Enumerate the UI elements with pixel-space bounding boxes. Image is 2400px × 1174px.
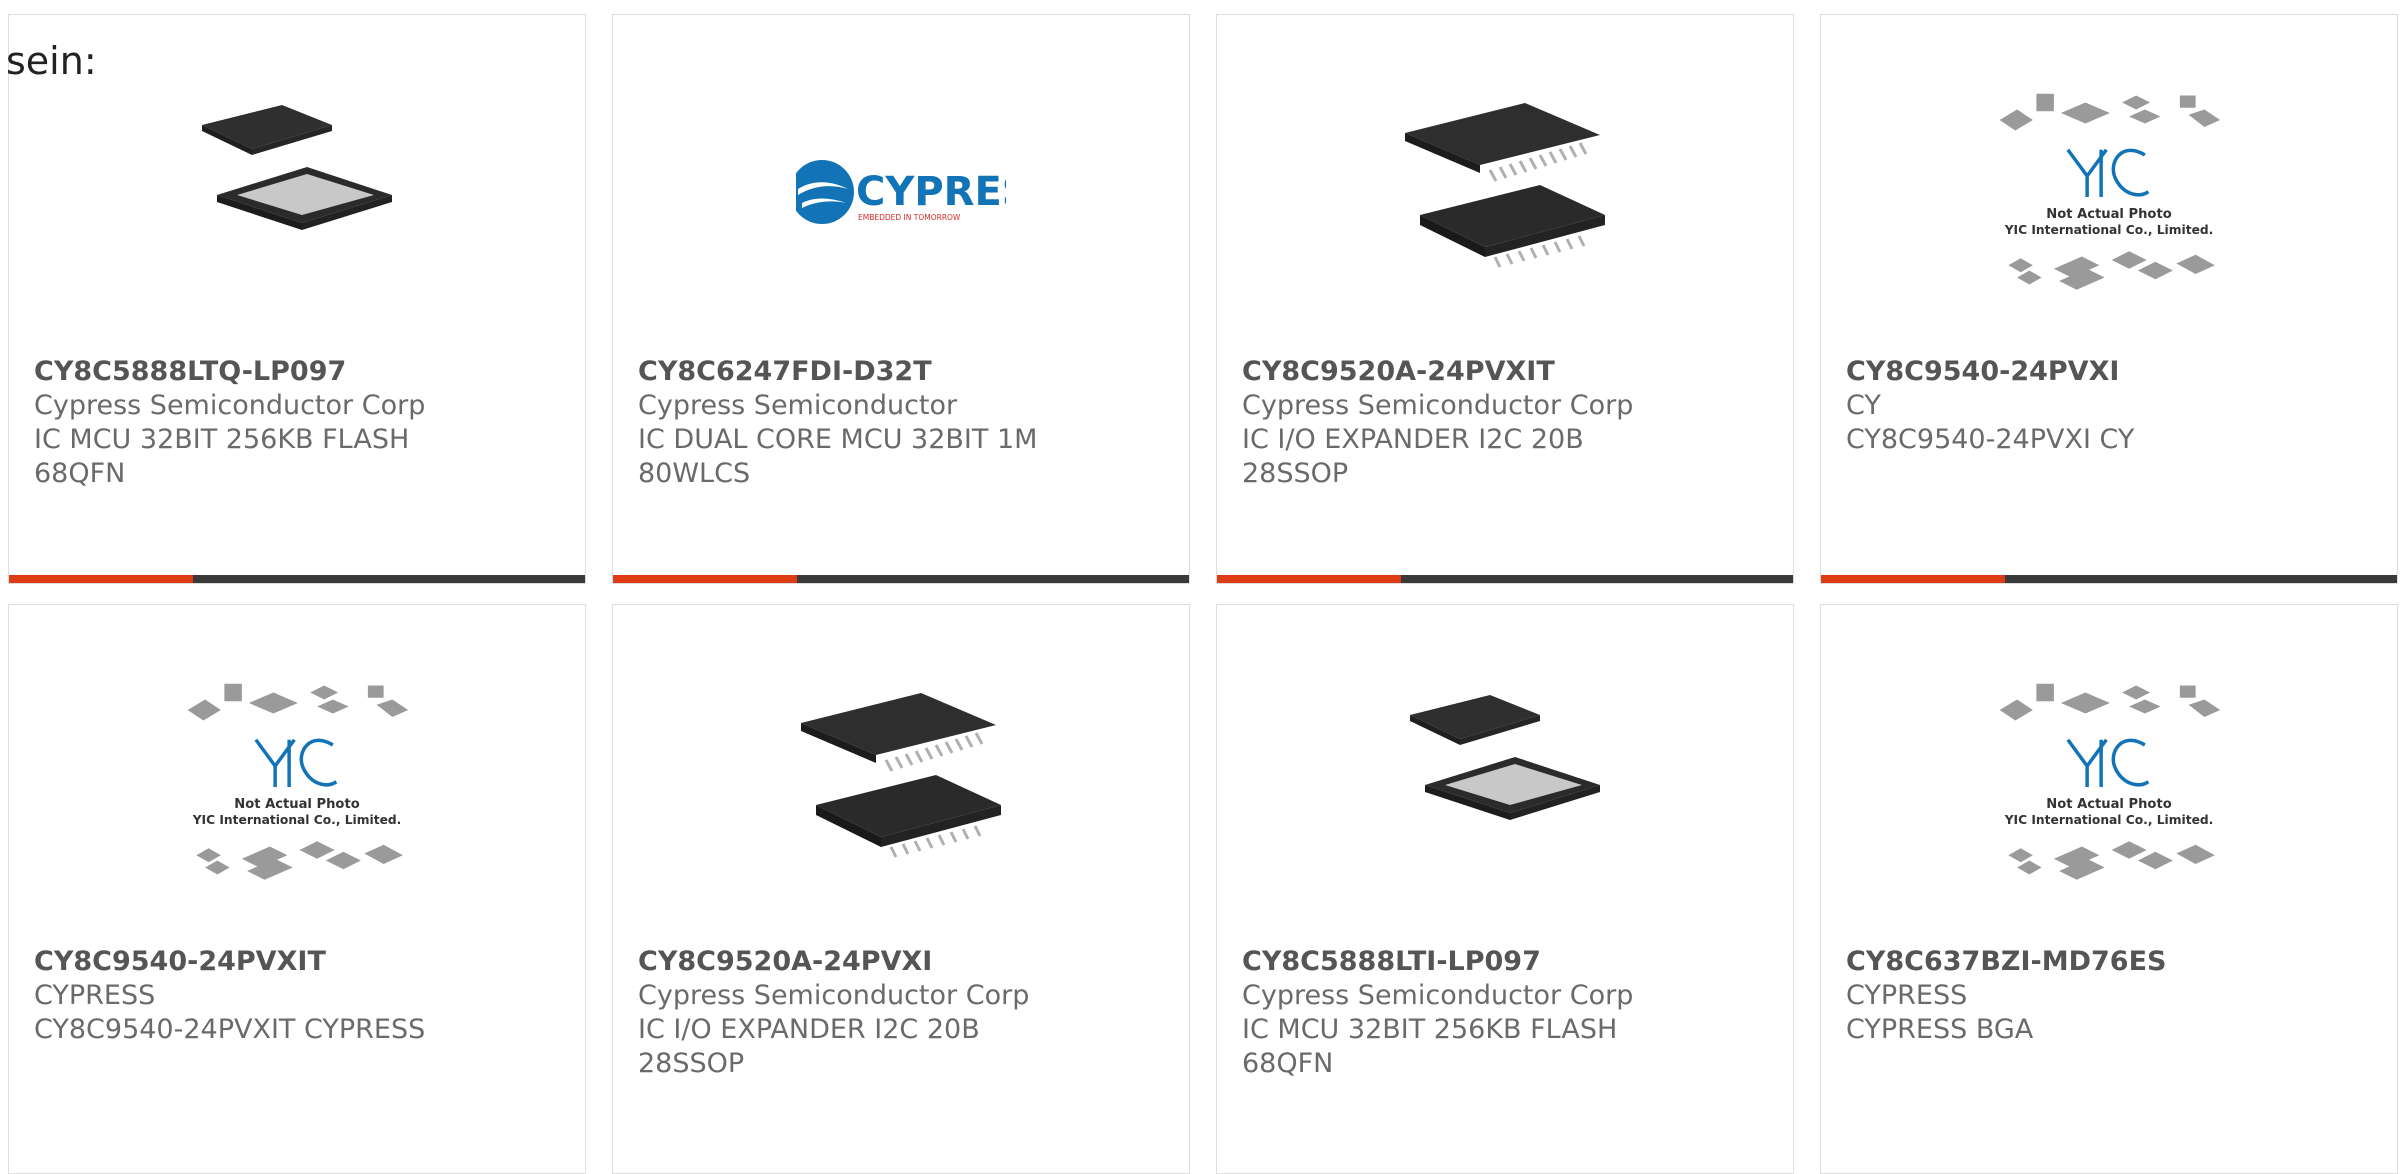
product-card[interactable]: CYPRESS EMBEDDED IN TOMORROW CY8C6247FDI…: [612, 14, 1190, 584]
product-grid: CY8C5888LTQ-LP097 Cypress Semiconductor …: [0, 0, 2400, 1174]
yic-placeholder-image: Not Actual Photo YIC International Co., …: [1974, 675, 2244, 885]
product-card[interactable]: CY8C9520A-24PVXIT Cypress Semiconductor …: [1216, 14, 1794, 584]
svg-text:YIC International Co., Limited: YIC International Co., Limited.: [2004, 223, 2214, 237]
manufacturer: Cypress Semiconductor Corp: [34, 390, 426, 421]
description: IC DUAL CORE MCU 32BIT 1M 80WLCS: [638, 424, 1038, 489]
description: IC I/O EXPANDER I2C 20B 28SSOP: [638, 1014, 980, 1079]
part-number[interactable]: CY8C9540-24PVXIT: [34, 945, 565, 979]
part-number[interactable]: CY8C9540-24PVXI: [1846, 355, 2377, 389]
description: CY8C9540-24PVXI CY: [1846, 424, 2135, 455]
progress-fill: [1821, 575, 2006, 583]
product-card[interactable]: CY8C5888LTI-LP097 Cypress Semiconductor …: [1216, 604, 1794, 1174]
progress-fill: [9, 575, 194, 583]
cypress-logo-image: CYPRESS EMBEDDED IN TOMORROW: [796, 85, 1006, 295]
ssop-chip-image: [796, 675, 1006, 885]
progress-fill: [613, 575, 798, 583]
product-card[interactable]: Not Actual Photo YIC International Co., …: [1820, 604, 2398, 1174]
progress-track: [9, 575, 585, 583]
svg-text:Not Actual Photo: Not Actual Photo: [2046, 797, 2171, 812]
manufacturer: Cypress Semiconductor Corp: [638, 980, 1030, 1011]
part-number[interactable]: CY8C5888LTQ-LP097: [34, 355, 565, 389]
product-card[interactable]: Not Actual Photo YIC International Co., …: [1820, 14, 2398, 584]
part-number[interactable]: CY8C6247FDI-D32T: [638, 355, 1169, 389]
svg-text:EMBEDDED IN TOMORROW: EMBEDDED IN TOMORROW: [858, 213, 961, 222]
manufacturer: Cypress Semiconductor Corp: [1242, 390, 1634, 421]
manufacturer: CYPRESS: [1846, 980, 1968, 1011]
product-card[interactable]: CY8C5888LTQ-LP097 Cypress Semiconductor …: [8, 14, 586, 584]
description: IC MCU 32BIT 256KB FLASH 68QFN: [34, 424, 410, 489]
svg-text:YIC International Co., Limited: YIC International Co., Limited.: [2004, 813, 2214, 827]
svg-text:Not Actual Photo: Not Actual Photo: [2046, 207, 2171, 222]
svg-text:CYPRESS: CYPRESS: [856, 169, 1006, 215]
manufacturer: CYPRESS: [34, 980, 156, 1011]
description: IC MCU 32BIT 256KB FLASH 68QFN: [1242, 1014, 1618, 1079]
manufacturer: Cypress Semiconductor Corp: [1242, 980, 1634, 1011]
progress-fill: [1217, 575, 1402, 583]
manufacturer: Cypress Semiconductor: [638, 390, 958, 421]
page-label: sein:: [6, 39, 97, 83]
ssop-chip-image: [1400, 85, 1610, 295]
description: CY8C9540-24PVXIT CYPRESS: [34, 1014, 426, 1045]
svg-text:YIC International Co., Limited: YIC International Co., Limited.: [192, 813, 402, 827]
description: IC I/O EXPANDER I2C 20B 28SSOP: [1242, 424, 1584, 489]
product-card[interactable]: CY8C9520A-24PVXI Cypress Semiconductor C…: [612, 604, 1190, 1174]
qfn-chip-image: [1400, 675, 1610, 885]
part-number[interactable]: CY8C9520A-24PVXIT: [1242, 355, 1773, 389]
progress-track: [1821, 575, 2397, 583]
progress-track: [1217, 575, 1793, 583]
product-card[interactable]: Not Actual Photo YIC International Co., …: [8, 604, 586, 1174]
part-number[interactable]: CY8C637BZI-MD76ES: [1846, 945, 2377, 979]
qfn-chip-image: [192, 85, 402, 295]
svg-text:Not Actual Photo: Not Actual Photo: [234, 797, 359, 812]
description: CYPRESS BGA: [1846, 1014, 2034, 1045]
yic-placeholder-image: Not Actual Photo YIC International Co., …: [1974, 85, 2244, 295]
manufacturer: CY: [1846, 390, 1881, 421]
progress-track: [613, 575, 1189, 583]
yic-placeholder-image: Not Actual Photo YIC International Co., …: [162, 675, 432, 885]
part-number[interactable]: CY8C9520A-24PVXI: [638, 945, 1169, 979]
part-number[interactable]: CY8C5888LTI-LP097: [1242, 945, 1773, 979]
